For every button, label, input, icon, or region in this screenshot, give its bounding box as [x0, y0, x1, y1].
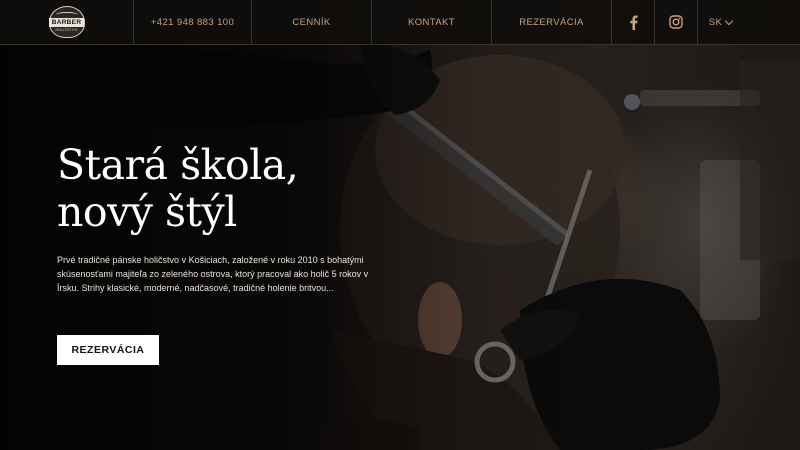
chevron-down-icon [724, 16, 734, 25]
nav-link-pricelist[interactable]: CENNÍK [252, 0, 372, 44]
instagram-link[interactable] [655, 0, 698, 44]
facebook-icon [629, 15, 638, 30]
phone-link[interactable]: +421 948 883 100 [134, 0, 252, 44]
hero-title: Stará škola, nový štýl [57, 142, 397, 236]
logo-arc [55, 12, 78, 17]
hero-title-line-2: nový štýl [57, 188, 237, 236]
hero-description: Prvé tradičné pánske holičstvo v Košicia… [57, 255, 369, 293]
logo-link[interactable]: BARBER HOLIČSTVO [0, 0, 134, 44]
instagram-icon [669, 15, 683, 29]
logo-badge: BARBER HOLIČSTVO [48, 6, 85, 38]
reservation-button[interactable]: REZERVÁCIA [57, 335, 159, 365]
hero-title-line-1: Stará škola, [57, 141, 299, 189]
language-selector[interactable]: SK [698, 0, 743, 44]
language-selected: SK [708, 16, 723, 28]
facebook-link[interactable] [612, 0, 655, 44]
logo-text: BARBER [48, 18, 85, 27]
nav-link-reservation[interactable]: REZERVÁCIA [492, 0, 612, 44]
nav-link-contact[interactable]: KONTAKT [372, 0, 492, 44]
top-navigation-bar: BARBER HOLIČSTVO +421 948 883 100 CENNÍK… [0, 0, 800, 45]
logo-subtext: HOLIČSTVO [55, 28, 78, 32]
